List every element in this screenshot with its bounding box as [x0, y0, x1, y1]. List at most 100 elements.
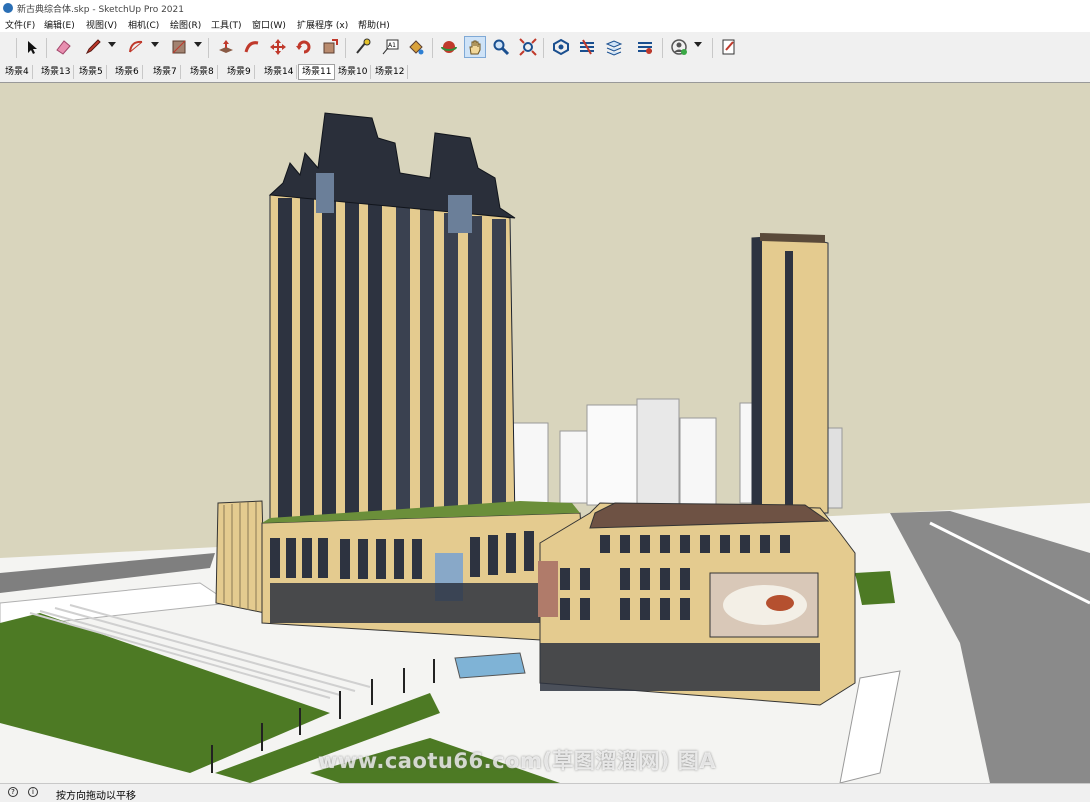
- toolbar-separator: [345, 38, 346, 58]
- crown-glass-panel: [448, 195, 472, 233]
- account-dropdown-icon[interactable]: [694, 42, 702, 47]
- text-tool-button[interactable]: A1: [379, 36, 401, 58]
- scene-tab-8[interactable]: 场景8: [187, 65, 218, 79]
- menu-camera[interactable]: 相机(C): [128, 18, 159, 31]
- pan-tool-button[interactable]: [464, 36, 486, 58]
- arc-tool-button[interactable]: [125, 36, 147, 58]
- toolbar-grip: [16, 38, 17, 58]
- account-button[interactable]: [668, 36, 690, 58]
- menu-bar: 文件(F) 编辑(E) 视图(V) 相机(C) 绘图(R) 工具(T) 窗口(W…: [0, 16, 1090, 32]
- menu-draw[interactable]: 绘图(R): [170, 18, 201, 31]
- tape-measure-icon: [356, 38, 371, 54]
- toolbar-separator: [712, 38, 713, 58]
- scale-icon: [323, 39, 338, 54]
- menu-file[interactable]: 文件(F): [5, 18, 35, 31]
- background-tower: [636, 398, 680, 506]
- menu-window[interactable]: 窗口(W): [252, 18, 286, 31]
- tape-measure-tool-button[interactable]: [352, 36, 374, 58]
- follow-me-icon: [244, 41, 259, 53]
- scale-tool-button[interactable]: [319, 36, 341, 58]
- follow-me-tool-button[interactable]: [241, 36, 263, 58]
- toolbar-separator: [46, 38, 47, 58]
- background-tower: [509, 422, 549, 504]
- eraser-tool-button[interactable]: [52, 36, 74, 58]
- menu-extensions[interactable]: 扩展程序 (x): [297, 18, 348, 31]
- scene-tab-11[interactable]: 场景11: [298, 64, 336, 80]
- info-icon[interactable]: i: [28, 787, 38, 797]
- model-viewport[interactable]: www.caotu66.com(草图溜溜网) 图A: [0, 82, 1090, 783]
- push-pull-icon: [219, 40, 233, 53]
- title-bar: 新古典综合体.skp - SketchUp Pro 2021: [0, 0, 1090, 16]
- move-tool-button[interactable]: [267, 36, 289, 58]
- sketchup-app-icon: [3, 3, 13, 13]
- extension-warehouse-button[interactable]: [576, 36, 598, 58]
- status-bar: ? i 按方向拖动以平移: [0, 783, 1090, 802]
- fountain-pool: [454, 652, 526, 679]
- menu-help[interactable]: 帮助(H): [358, 18, 390, 31]
- arc-dropdown-icon[interactable]: [151, 42, 159, 47]
- shape-dropdown-icon[interactable]: [194, 42, 202, 47]
- scene-tab-4[interactable]: 场景4: [2, 65, 33, 79]
- zoom-extents-icon: [519, 38, 537, 56]
- background-tower: [679, 417, 717, 505]
- style-builder-button[interactable]: [718, 36, 740, 58]
- layers-stack-icon: [605, 40, 623, 56]
- arrow-cursor-icon: [28, 41, 37, 54]
- paint-bucket-tool-button[interactable]: [405, 36, 427, 58]
- scene-tab-9[interactable]: 场景9: [224, 65, 255, 79]
- scene-tab-6[interactable]: 场景6: [112, 65, 143, 79]
- line-tool-button[interactable]: [82, 36, 104, 58]
- send-to-layout-button[interactable]: [634, 36, 656, 58]
- menu-edit[interactable]: 编辑(E): [44, 18, 75, 31]
- billboard-portrait: [538, 561, 558, 617]
- warehouse-icon: [553, 38, 569, 56]
- orbit-tool-button[interactable]: [438, 36, 460, 58]
- scene-tab-13[interactable]: 场景13: [38, 65, 75, 79]
- watermark-text: www.caotu66.com(草图溜溜网) 图A: [318, 749, 717, 773]
- window-title: 新古典综合体.skp - SketchUp Pro 2021: [17, 5, 184, 15]
- main-toolbar: A1: [0, 33, 1090, 63]
- magnifier-icon: [493, 39, 510, 56]
- background-tower: [559, 430, 591, 504]
- geo-location-icon[interactable]: ?: [8, 787, 18, 797]
- background-tower: [586, 404, 638, 506]
- document-pen-icon: [722, 39, 735, 55]
- arc-icon: [129, 40, 143, 53]
- move-arrows-icon: [270, 39, 286, 55]
- slender-tower-edge: [752, 238, 762, 513]
- scene-tab-12[interactable]: 场景12: [372, 65, 409, 79]
- scene-tab-5[interactable]: 场景5: [76, 65, 107, 79]
- scene-tab-7[interactable]: 场景7: [150, 65, 181, 79]
- toolbar-separator: [662, 38, 663, 58]
- layout-button[interactable]: [603, 36, 625, 58]
- rectangle-icon: [172, 40, 186, 54]
- svg-text:A1: A1: [388, 42, 396, 49]
- menu-view[interactable]: 视图(V): [86, 18, 117, 31]
- line-dropdown-icon[interactable]: [108, 42, 116, 47]
- slender-tower-window-strip: [785, 251, 793, 513]
- extension-warehouse-icon: [580, 39, 594, 55]
- 3d-warehouse-button[interactable]: [550, 36, 572, 58]
- zoom-extents-tool-button[interactable]: [517, 36, 539, 58]
- eraser-icon: [56, 40, 71, 55]
- rotate-icon: [296, 40, 311, 54]
- toolbar-separator: [543, 38, 544, 58]
- billboard-plate: [723, 585, 807, 625]
- scene-tab-10[interactable]: 场景10: [335, 65, 372, 79]
- lawn-right: [855, 571, 895, 605]
- paint-bucket-icon: [409, 40, 424, 55]
- billboard-food-item: [766, 595, 794, 611]
- menu-tools[interactable]: 工具(T): [211, 18, 242, 31]
- rectangle-tool-button[interactable]: [168, 36, 190, 58]
- background-tower: [827, 427, 843, 509]
- hand-icon: [469, 40, 481, 55]
- scene-tab-14[interactable]: 场景14: [261, 65, 298, 79]
- corner-block-storefront: [540, 643, 820, 691]
- toolbar-separator: [432, 38, 433, 58]
- podium-ground-floor: [270, 583, 570, 623]
- push-pull-tool-button[interactable]: [215, 36, 237, 58]
- select-tool-button[interactable]: [21, 36, 43, 58]
- crown-glass-panel: [316, 173, 334, 213]
- rotate-tool-button[interactable]: [293, 36, 315, 58]
- zoom-tool-button[interactable]: [490, 36, 512, 58]
